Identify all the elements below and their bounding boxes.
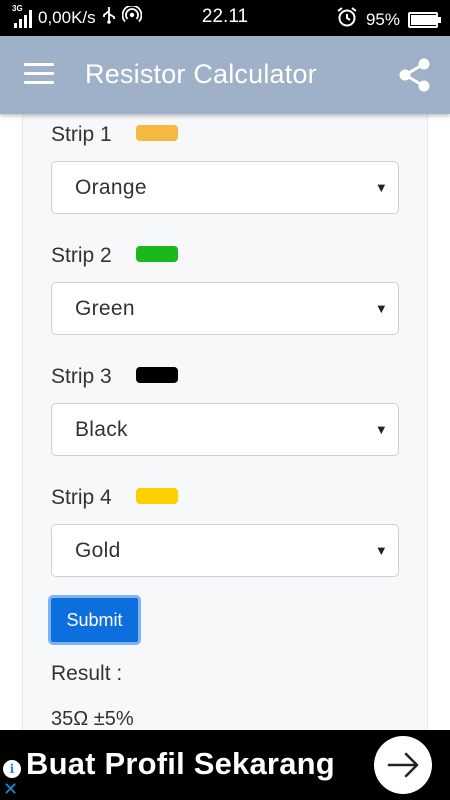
strip-4-swatch bbox=[136, 488, 178, 504]
main-content: Strip 1 Orange ▼ Strip 2 Green ▼ Strip 3… bbox=[0, 114, 450, 730]
strip-3-label: Strip 3 bbox=[51, 365, 112, 388]
app-toolbar: Resistor Calculator bbox=[0, 36, 450, 114]
strip-2-selected: Green bbox=[75, 297, 135, 320]
strip-3-swatch bbox=[136, 367, 178, 383]
share-icon[interactable] bbox=[396, 56, 434, 94]
strip-1-label: Strip 1 bbox=[51, 123, 112, 146]
strip-1-selected: Orange bbox=[75, 176, 147, 199]
strip-2-select[interactable]: Green ▼ bbox=[51, 282, 399, 335]
chevron-down-icon: ▼ bbox=[374, 422, 388, 437]
ad-banner[interactable]: i ✕ Buat Profil Sekarang bbox=[0, 730, 450, 800]
strip-1-swatch bbox=[136, 125, 178, 141]
chevron-down-icon: ▼ bbox=[374, 180, 388, 195]
chevron-down-icon: ▼ bbox=[374, 301, 388, 316]
hamburger-menu-icon[interactable] bbox=[24, 63, 54, 87]
strip-4-label: Strip 4 bbox=[51, 486, 112, 509]
result-label: Result : bbox=[51, 662, 123, 685]
ad-close-icon[interactable]: ✕ bbox=[3, 780, 18, 798]
strip-4-select[interactable]: Gold ▼ bbox=[51, 524, 399, 577]
arrow-right-icon[interactable] bbox=[374, 736, 432, 794]
strip-3-selected: Black bbox=[75, 418, 128, 441]
ad-info-icon[interactable]: i bbox=[3, 760, 21, 778]
alarm-icon bbox=[336, 6, 358, 33]
chevron-down-icon: ▼ bbox=[374, 543, 388, 558]
status-right: 95% bbox=[336, 6, 441, 33]
app-title: Resistor Calculator bbox=[85, 59, 317, 89]
strip-2-swatch bbox=[136, 246, 178, 262]
strip-3-select[interactable]: Black ▼ bbox=[51, 403, 399, 456]
battery-level-fill bbox=[411, 14, 436, 25]
status-bar: 3G 0,00K/s 22.11 95% bbox=[0, 0, 450, 36]
ad-headline: Buat Profil Sekarang bbox=[26, 746, 335, 781]
submit-button[interactable]: Submit bbox=[48, 595, 141, 645]
battery-icon bbox=[408, 11, 441, 28]
strip-1-select[interactable]: Orange ▼ bbox=[51, 161, 399, 214]
battery-percent: 95% bbox=[365, 9, 400, 29]
result-value: 35Ω ±5% bbox=[51, 708, 134, 730]
strip-2-label: Strip 2 bbox=[51, 244, 112, 267]
strip-4-selected: Gold bbox=[75, 539, 121, 562]
